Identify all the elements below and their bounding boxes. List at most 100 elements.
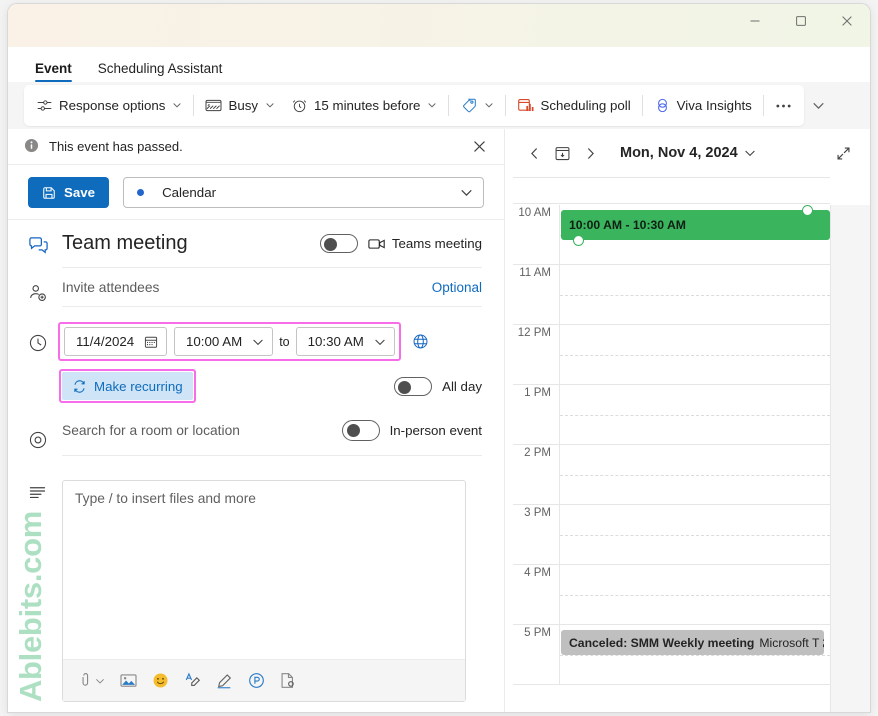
hour-row[interactable]: 1 PM	[513, 385, 830, 445]
reminder-button[interactable]: 15 minutes before	[283, 90, 445, 121]
location-input[interactable]: Search for a room or location	[62, 423, 342, 438]
categorize-button[interactable]	[452, 90, 502, 121]
make-recurring-highlight: Make recurring	[59, 369, 196, 403]
start-date-value: 11/4/2024	[76, 334, 134, 349]
banner-close-icon[interactable]	[466, 134, 492, 160]
hour-row[interactable]: 3 PM	[513, 505, 830, 565]
hour-row[interactable]: 12 PM	[513, 325, 830, 385]
hour-label: 12 PM	[513, 325, 560, 384]
attach-chevron-icon	[95, 676, 105, 686]
teams-meeting-label: Teams meeting	[392, 236, 482, 251]
command-toolbar-area: Response options Busy	[8, 82, 870, 129]
calendar-next-button[interactable]	[577, 140, 603, 166]
toggle-knob	[347, 424, 360, 437]
hour-cell[interactable]	[560, 445, 830, 504]
hour-label: 3 PM	[513, 505, 560, 564]
close-button[interactable]	[824, 4, 870, 38]
scheduling-poll-button[interactable]: Scheduling poll	[509, 90, 638, 121]
attendees-row: Invite attendees Optional	[8, 268, 504, 317]
calendar-prev-button[interactable]	[521, 140, 547, 166]
hour-row[interactable]: 11 AM	[513, 265, 830, 325]
hour-cell[interactable]	[560, 565, 830, 624]
start-time-select[interactable]: 10:00 AM	[174, 327, 273, 356]
banner-text: This event has passed.	[49, 139, 466, 154]
save-button[interactable]: Save	[28, 177, 109, 208]
end-time-value: 10:30 AM	[308, 334, 364, 349]
to-label: to	[279, 335, 289, 349]
hour-cell[interactable]	[560, 265, 830, 324]
hour-row[interactable]: 2 PM	[513, 445, 830, 505]
tab-scheduling-assistant[interactable]: Scheduling Assistant	[89, 62, 232, 83]
chevron-down-icon	[265, 98, 275, 113]
calendar-date-picker[interactable]: Mon, Nov 4, 2024	[615, 142, 761, 164]
calendar-picker-icon[interactable]	[144, 335, 158, 349]
toolbar-divider	[505, 95, 506, 116]
canceled-event-title: Canceled: SMM Weekly meeting	[569, 636, 754, 650]
ablebits-watermark: Ablebits.com	[13, 511, 49, 702]
calendar-right-gutter	[830, 205, 870, 712]
toggle-knob	[398, 381, 411, 394]
save-button-label: Save	[64, 185, 95, 200]
minimize-button[interactable]	[732, 4, 778, 38]
datetime-highlight-group: 11/4/2024 10:00 AM	[58, 322, 401, 361]
tab-event[interactable]: Event	[26, 62, 81, 83]
reminder-label: 15 minutes before	[314, 98, 420, 113]
start-time-value: 10:00 AM	[186, 334, 242, 349]
canceled-event-block[interactable]: Canceled: SMM Weekly meeting Microsoft T	[561, 630, 824, 655]
body-editor-input[interactable]: Type / to insert files and more	[63, 481, 465, 659]
current-event-block[interactable]: 10:00 AM - 10:30 AM	[561, 210, 830, 240]
more-options-button[interactable]	[767, 90, 800, 121]
all-day-toggle[interactable]	[394, 377, 432, 396]
scheduling-poll-label: Scheduling poll	[540, 98, 630, 113]
optional-attendees-link[interactable]: Optional	[432, 280, 482, 295]
toolbar-divider	[448, 95, 449, 116]
hour-cell[interactable]	[560, 505, 830, 564]
calendar-select[interactable]: Calendar	[123, 177, 484, 208]
emoji-button[interactable]	[145, 666, 175, 696]
body-text-icon	[28, 480, 62, 502]
hour-row[interactable]: 4 PM	[513, 565, 830, 625]
tab-scheduling-assistant-label: Scheduling Assistant	[98, 61, 223, 76]
text-format-button[interactable]	[177, 666, 207, 696]
calendar-today-button[interactable]	[549, 140, 575, 166]
signature-ink-button[interactable]	[209, 666, 239, 696]
globe-icon[interactable]	[412, 333, 429, 350]
calendar-expand-button[interactable]	[830, 140, 856, 166]
response-options-button[interactable]: Response options	[28, 90, 190, 121]
event-title-input[interactable]: Team meeting	[62, 232, 320, 255]
loop-component-button[interactable]	[241, 666, 271, 696]
event-resize-handle-top[interactable]	[802, 205, 813, 216]
viva-insights-button[interactable]: Viva Insights	[646, 90, 760, 121]
in-person-toggle[interactable]	[342, 420, 380, 441]
toolbar-divider	[763, 95, 764, 116]
clock-icon	[28, 330, 62, 353]
attendees-input[interactable]: Invite attendees	[62, 280, 432, 295]
event-passed-banner: This event has passed.	[8, 129, 504, 165]
attach-file-button[interactable]	[71, 666, 111, 696]
hour-cell[interactable]	[560, 325, 830, 384]
event-resize-handle-bottom[interactable]	[573, 235, 584, 246]
insert-template-button[interactable]	[273, 666, 303, 696]
insert-picture-button[interactable]	[113, 666, 143, 696]
chevron-down-icon	[427, 98, 437, 113]
event-title-icon	[28, 232, 62, 256]
command-toolbar: Response options Busy	[24, 85, 804, 126]
calendar-color-dot	[137, 189, 144, 196]
screenshot-root: Event Scheduling Assistant Response opti…	[0, 0, 878, 716]
make-recurring-button[interactable]: Make recurring	[62, 372, 193, 400]
hour-cell[interactable]	[560, 385, 830, 444]
busy-status-button[interactable]: Busy	[197, 90, 283, 121]
start-date-input[interactable]: 11/4/2024	[64, 327, 167, 356]
in-person-group: In-person event	[342, 420, 482, 441]
reminder-clock-icon	[291, 97, 308, 114]
save-disk-icon	[42, 186, 56, 200]
calendar-scroll-area[interactable]: 10 AM 11 AM 12 PM 1 PM	[513, 205, 830, 712]
chevron-down-icon	[484, 98, 494, 113]
calendar-allday-strip	[513, 177, 830, 204]
maximize-button[interactable]	[778, 4, 824, 38]
teams-meeting-toggle[interactable]	[320, 234, 358, 253]
toolbar-expand-button[interactable]	[806, 85, 832, 126]
hour-label: 2 PM	[513, 445, 560, 504]
end-time-select[interactable]: 10:30 AM	[296, 327, 395, 356]
all-day-group: All day	[394, 377, 482, 396]
